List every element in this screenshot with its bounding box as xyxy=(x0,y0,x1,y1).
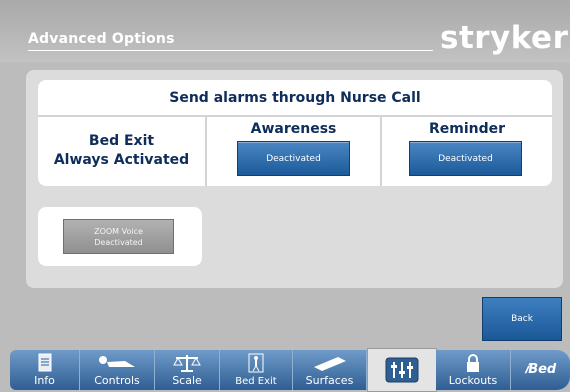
tab-label: Bed xyxy=(528,362,557,377)
tab-label: Controls xyxy=(94,374,140,387)
back-button[interactable]: Back xyxy=(482,297,562,341)
stryker-logo: stryker xyxy=(440,20,569,56)
tab-lockouts[interactable]: Lockouts xyxy=(436,350,511,390)
awareness-toggle-button[interactable]: Deactivated xyxy=(237,141,350,176)
nurse-call-card: Send alarms through Nurse Call Bed Exit … xyxy=(38,80,552,186)
settings-sliders-icon xyxy=(368,357,436,383)
tab-label: Surfaces xyxy=(305,374,354,387)
patient-controls-icon xyxy=(80,353,154,373)
ibed-icon: 𝑖Bed xyxy=(524,362,557,377)
bed-exit-label: Bed Exit xyxy=(88,133,155,149)
header-bar: Advanced Options stryker xyxy=(0,0,570,62)
tab-label: Lockouts xyxy=(448,374,498,387)
awareness-label: Awareness xyxy=(250,121,337,137)
tab-label: Info xyxy=(34,374,55,387)
bed-exit-icon xyxy=(220,353,292,373)
tab-scale[interactable]: Scale xyxy=(155,350,220,390)
title-underline xyxy=(28,50,433,51)
divider xyxy=(38,115,552,117)
bed-exit-status: Bed Exit Always Activated xyxy=(38,132,205,170)
zoom-voice-label: ZOOM Voice xyxy=(94,226,143,236)
tab-label: Scale xyxy=(172,374,202,387)
tab-ibed[interactable]: 𝑖Bed xyxy=(511,350,570,390)
tab-label: Bed Exit xyxy=(235,376,277,387)
zoom-voice-status: Deactivated xyxy=(94,237,143,247)
scale-icon xyxy=(155,353,219,373)
tab-controls[interactable]: Controls xyxy=(80,350,155,390)
reminder-toggle-button[interactable]: Deactivated xyxy=(409,141,522,176)
page-title: Advanced Options xyxy=(28,31,175,47)
tab-bed-exit[interactable]: Bed Exit xyxy=(220,350,293,390)
tab-advanced-settings[interactable] xyxy=(367,348,437,392)
zoom-voice-button[interactable]: ZOOM Voice Deactivated xyxy=(63,219,174,254)
surface-icon xyxy=(293,353,366,373)
bed-exit-status-text: Always Activated xyxy=(53,152,190,168)
zoom-voice-card: ZOOM Voice Deactivated xyxy=(38,207,202,266)
reminder-label: Reminder xyxy=(428,121,506,137)
lock-icon xyxy=(436,353,510,373)
tab-surfaces[interactable]: Surfaces xyxy=(293,350,367,390)
bottom-tab-bar: Info Controls Scale Bed Exit Surfaces Lo… xyxy=(10,348,570,392)
tab-info[interactable]: Info xyxy=(10,350,80,390)
nurse-call-heading: Send alarms through Nurse Call xyxy=(169,90,421,106)
info-icon xyxy=(10,353,79,373)
